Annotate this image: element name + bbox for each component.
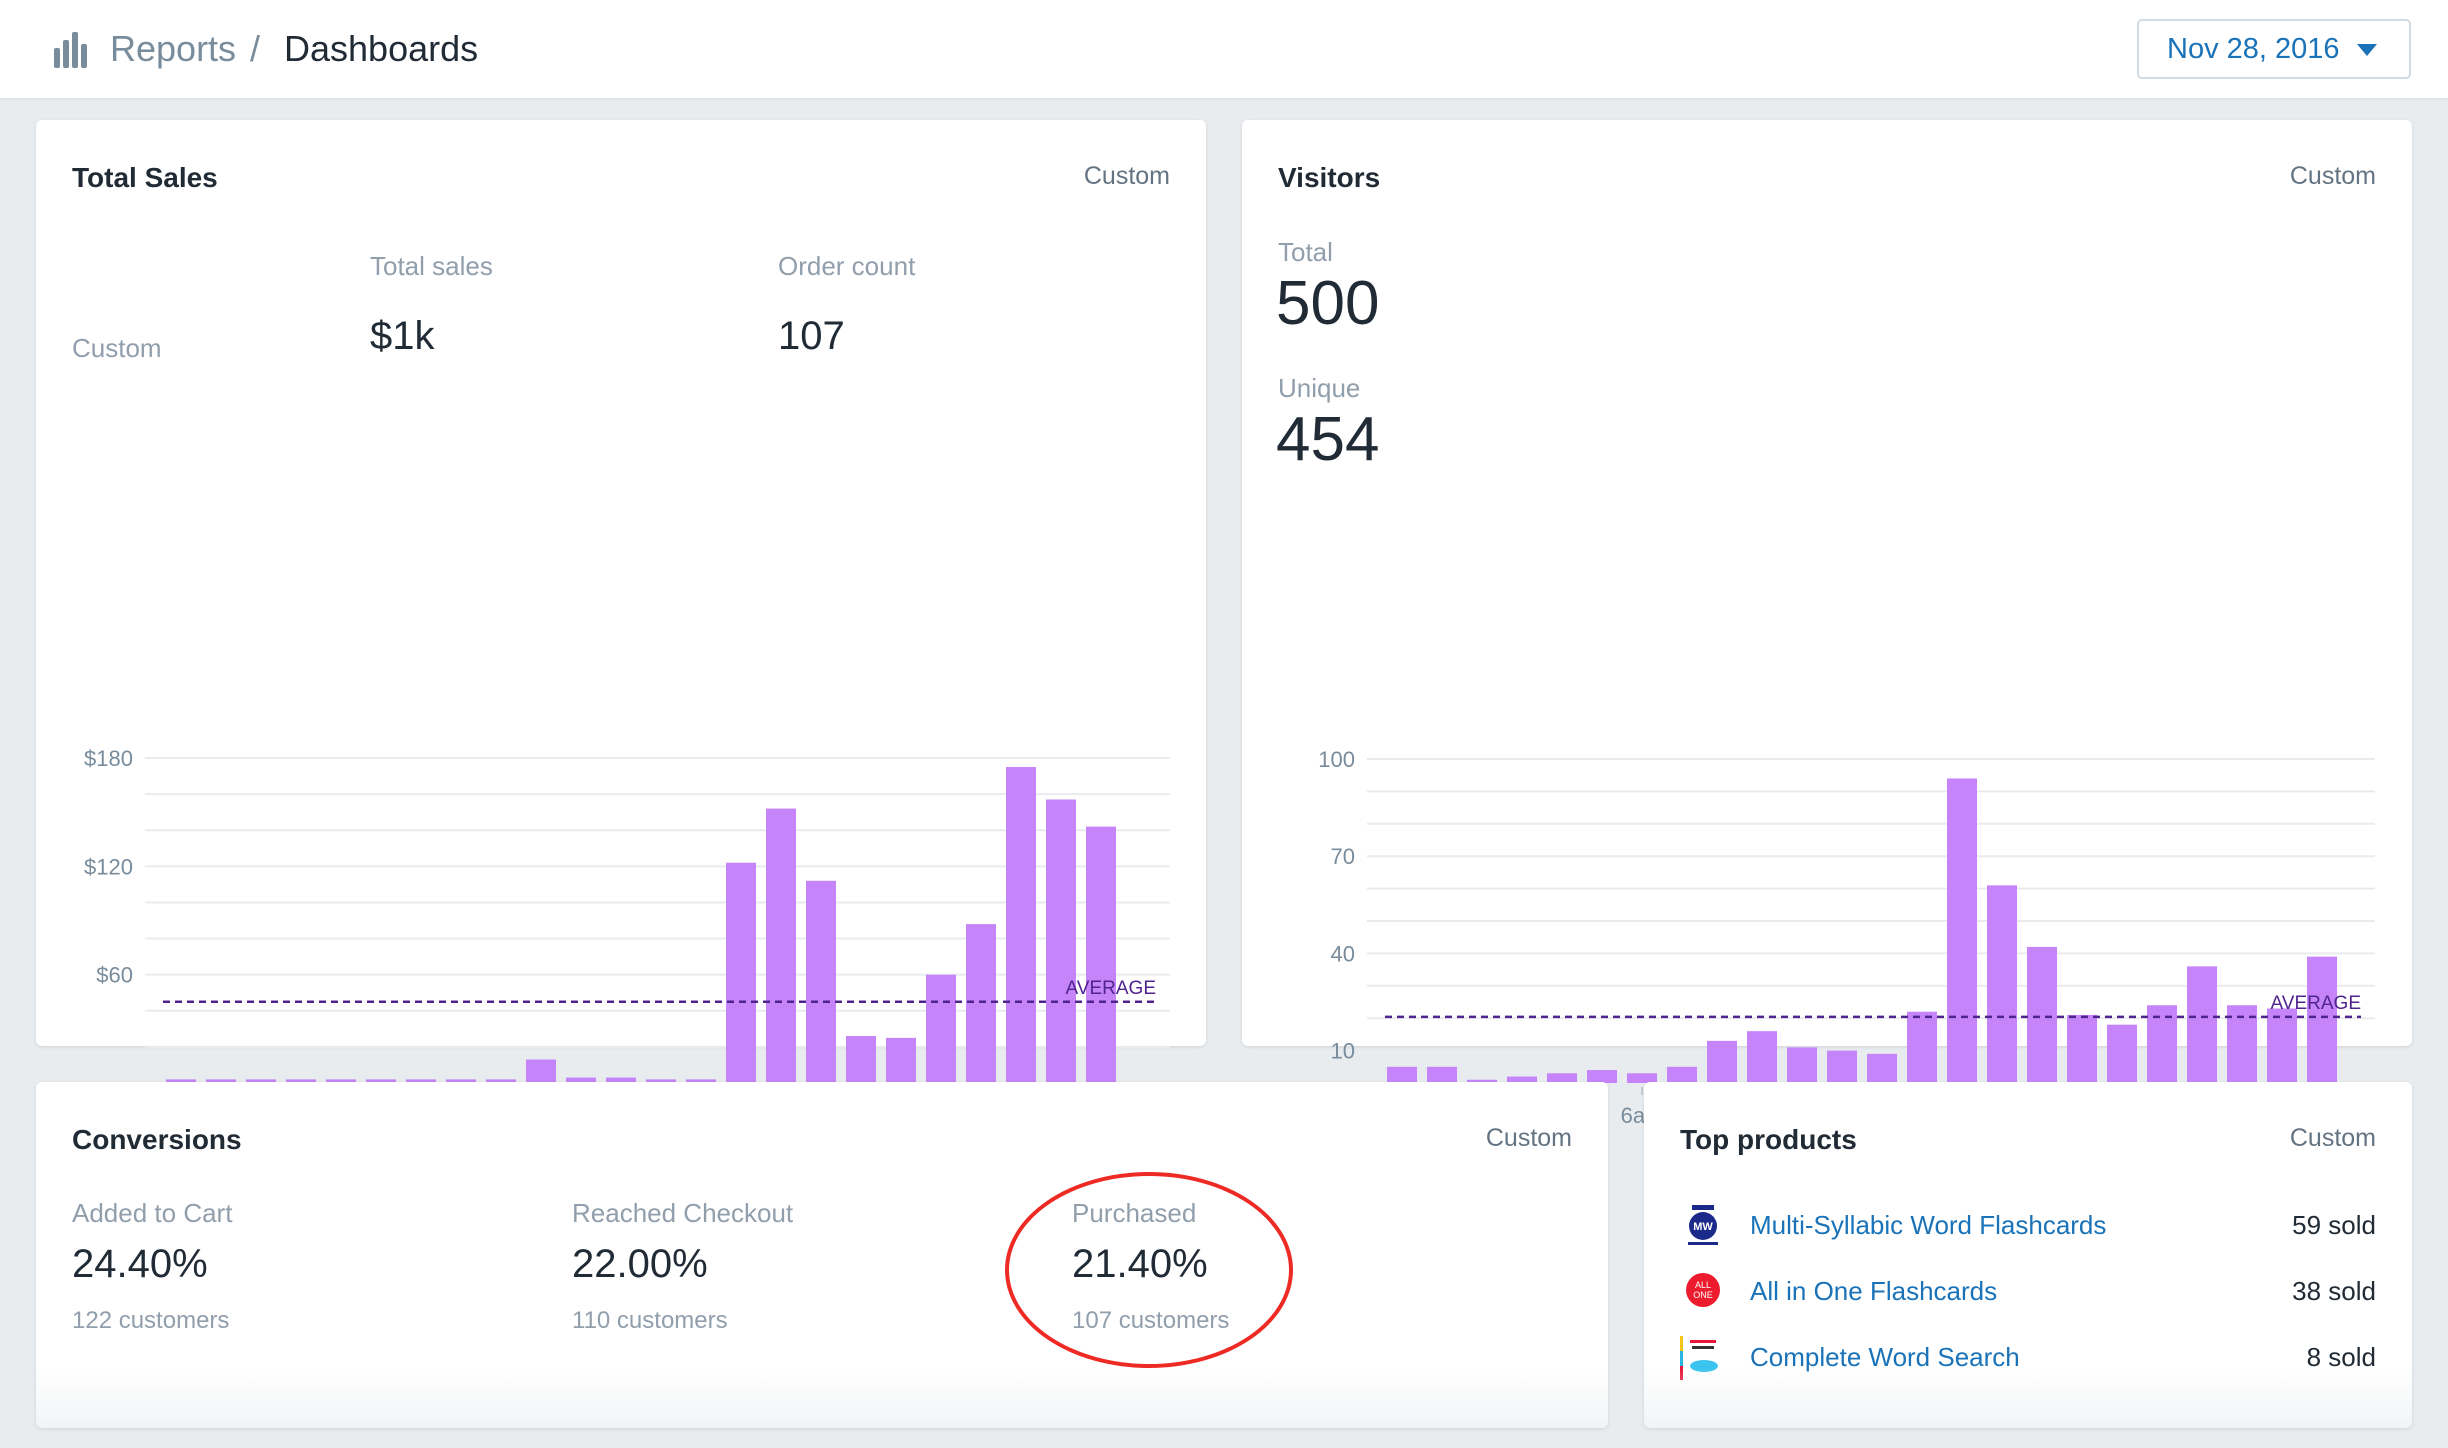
date-range-selector[interactable]: Nov 28, 2016 <box>2137 19 2411 79</box>
top-products-card: Top products Custom MW Multi-Syllabic Wo… <box>1644 1082 2412 1428</box>
breadcrumb-separator: / <box>250 28 261 69</box>
bar-2pm <box>726 862 756 1083</box>
bar-5pm <box>2067 1014 2097 1083</box>
bar-11pm <box>1086 826 1116 1083</box>
visitors-card: Visitors Custom Total 500 Unique 454 10 4… <box>1242 120 2412 1128</box>
visitors-unique-label: Unique <box>1278 373 1361 403</box>
y-tick-label: $180 <box>84 746 133 771</box>
bar-3pm <box>766 808 796 1083</box>
product-row[interactable]: ALL ONE All in One Flashcards 38 sold <box>1680 1270 2376 1314</box>
bar-4pm <box>2027 946 2057 1083</box>
visitors-total-label: Total <box>1278 237 1333 267</box>
svg-text:ALL: ALL <box>1695 1280 1711 1290</box>
svg-text:MW: MW <box>1693 1221 1713 1233</box>
all-in-one-thumbnail: ALL ONE <box>1680 1270 1726 1314</box>
mw-flashcards-thumbnail: MW <box>1680 1204 1726 1248</box>
bar-1am <box>1427 1066 1457 1083</box>
bar-11am <box>1827 1050 1857 1083</box>
bar-3pm <box>1987 885 2017 1083</box>
bar-10pm <box>2267 1008 2297 1083</box>
bar-6pm <box>886 1037 916 1083</box>
total-sales-chart: $60$120$18012am3am6am9am12pm3pm6pm9pmAVE… <box>84 746 1170 1128</box>
y-tick-label: 40 <box>1331 941 1355 966</box>
bar-12pm <box>1867 1053 1897 1083</box>
bar-1pm <box>1907 1011 1937 1083</box>
bar-6pm <box>2107 1024 2137 1083</box>
bar-10am <box>1787 1047 1817 1083</box>
card-title: Total Sales <box>72 162 218 193</box>
average-label: AVERAGE <box>1066 978 1156 999</box>
bar-9pm <box>1006 767 1036 1083</box>
caret-down-icon <box>2357 44 2377 56</box>
product-name-link[interactable]: All in One Flashcards <box>1750 1276 1997 1307</box>
card-bottom-fade <box>1644 1368 2412 1428</box>
total-sales-card: Total Sales Custom Custom Total sales $1… <box>36 120 1206 1128</box>
bar-10pm <box>1046 799 1076 1083</box>
date-range-value: Nov 28, 2016 <box>2167 33 2340 65</box>
step-customers: 122 customers <box>72 1307 230 1334</box>
metric-value-order-count: 107 <box>778 314 845 358</box>
date-range-label[interactable]: Custom <box>1084 162 1170 191</box>
bar-7pm <box>2147 1005 2177 1083</box>
bar-chart-icon <box>54 32 87 68</box>
conversions-card: Conversions Custom Added to Cart 24.40% … <box>36 1082 1608 1428</box>
highlight-circle-annotation <box>1005 1172 1293 1368</box>
y-tick-label: 100 <box>1318 747 1355 772</box>
bar-8pm <box>2187 966 2217 1083</box>
card-title: Visitors <box>1278 162 1381 193</box>
bar-7am <box>1667 1066 1697 1083</box>
visitors-chart: 10407010012am3am6am9am12pm3pm6pm9pmAVERA… <box>1318 747 2375 1128</box>
page-title: Dashboards <box>284 28 479 69</box>
product-sold-count: 59 sold <box>2292 1210 2376 1240</box>
bar-12am <box>1387 1066 1417 1083</box>
y-tick-label: 10 <box>1331 1039 1355 1064</box>
date-range-label[interactable]: Custom <box>2290 162 2376 191</box>
bar-5pm <box>846 1036 876 1083</box>
step-rate: 24.40% <box>72 1242 208 1286</box>
visitors-unique-value: 454 <box>1276 405 1380 474</box>
bar-9am <box>1747 1031 1777 1083</box>
metric-label-total-sales: Total sales <box>370 251 493 281</box>
product-name-link[interactable]: Multi-Syllabic Word Flashcards <box>1750 1210 2106 1241</box>
row-label: Custom <box>72 333 162 363</box>
product-sold-count: 38 sold <box>2292 1276 2376 1306</box>
y-tick-label: $60 <box>96 963 133 988</box>
top-bar: Reports / Dashboards Nov 28, 2016 <box>0 0 2448 100</box>
bar-9am <box>526 1059 556 1083</box>
step-customers: 110 customers <box>572 1307 728 1334</box>
step-rate: 22.00% <box>572 1242 708 1286</box>
card-title: Conversions <box>72 1124 242 1155</box>
date-range-label[interactable]: Custom <box>1486 1124 1572 1153</box>
bar-8pm <box>966 924 996 1083</box>
bar-7pm <box>926 974 956 1083</box>
metric-value-total-sales: $1k <box>370 314 435 358</box>
y-tick-label: 70 <box>1331 844 1355 869</box>
date-range-label[interactable]: Custom <box>2290 1124 2376 1153</box>
metric-label-order-count: Order count <box>778 251 916 281</box>
product-row[interactable]: MW Multi-Syllabic Word Flashcards 59 sol… <box>1680 1204 2376 1248</box>
bar-2pm <box>1947 778 1977 1083</box>
bar-8am <box>1707 1040 1737 1083</box>
bar-11pm <box>2307 956 2337 1083</box>
card-title: Top products <box>1680 1124 1857 1155</box>
card-bottom-fade <box>36 1368 1608 1428</box>
breadcrumb-reports-link[interactable]: Reports <box>110 28 236 70</box>
y-tick-label: $120 <box>84 854 133 879</box>
step-label: Reached Checkout <box>572 1198 794 1228</box>
bar-4pm <box>806 880 836 1083</box>
average-label: AVERAGE <box>2271 993 2361 1014</box>
visitors-total-value: 500 <box>1276 269 1380 338</box>
svg-text:ONE: ONE <box>1693 1290 1713 1300</box>
step-label: Added to Cart <box>72 1198 233 1228</box>
